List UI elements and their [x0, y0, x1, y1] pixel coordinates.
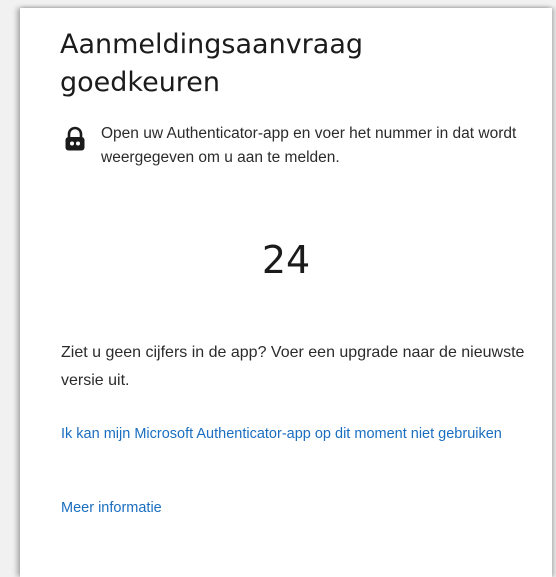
verification-number: 24 [261, 238, 311, 282]
instruction-text: Open uw Authenticator-app en voer het nu… [101, 125, 517, 166]
cannot-use-authenticator-link[interactable]: Ik kan mijn Microsoft Authenticator-app … [61, 420, 531, 448]
sign-in-approval-card: Aanmeldingsaanvraag goedkeuren Open uw A… [20, 8, 552, 577]
lock-icon [65, 126, 85, 151]
more-info-link[interactable]: Meer informatie [61, 494, 162, 522]
upgrade-note: Ziet u geen cijfers in de app? Voer een … [61, 344, 525, 389]
dialog-title: Aanmeldingsaanvraag goedkeuren [60, 29, 364, 98]
